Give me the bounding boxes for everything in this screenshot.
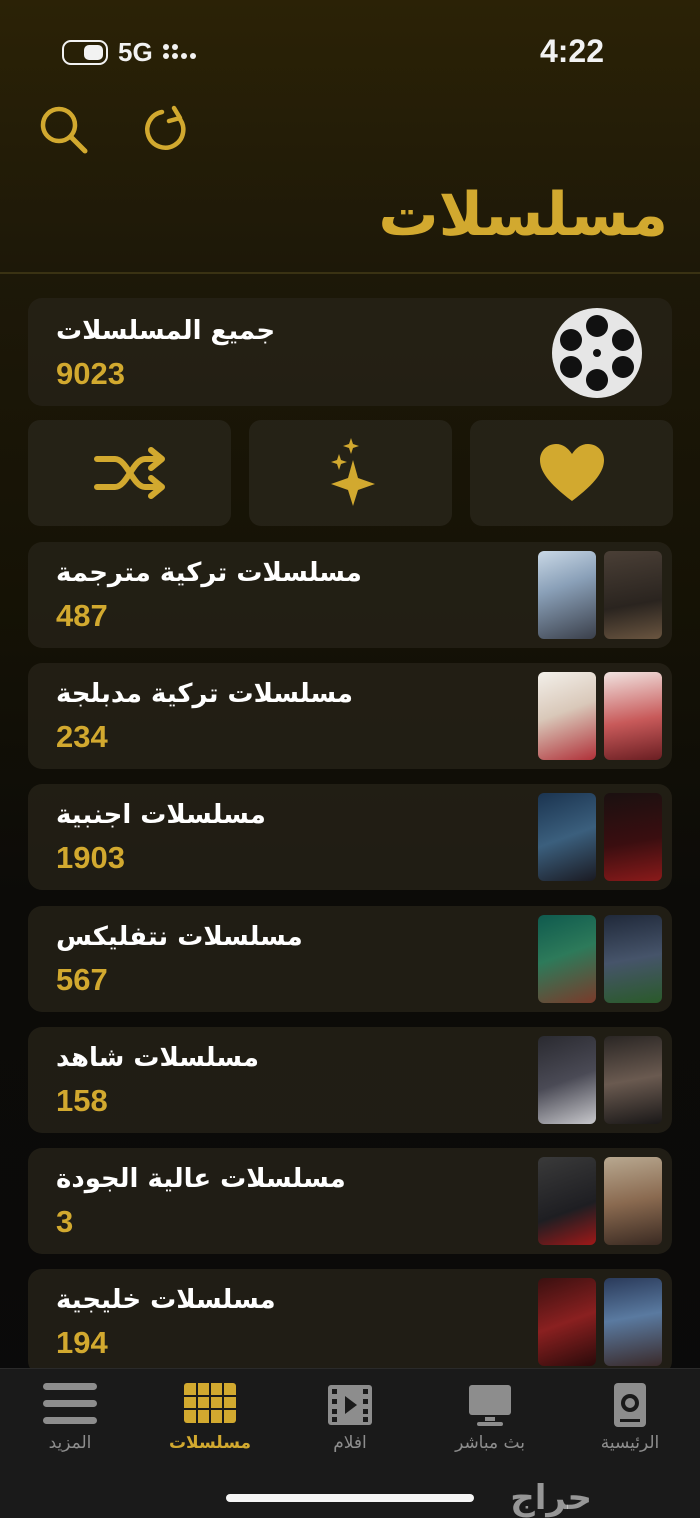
live-tv-icon: [469, 1385, 511, 1426]
watermark-logo: حراج: [510, 1478, 592, 1518]
poster-thumbnail: [604, 672, 662, 760]
category-card-shahid[interactable]: مسلسلات شاهد 158: [28, 1027, 672, 1133]
tab-movies[interactable]: افلام: [280, 1369, 420, 1469]
shuffle-icon: [93, 447, 165, 499]
category-card-turkish-dubbed[interactable]: مسلسلات تركية مدبلجة 234: [28, 663, 672, 769]
poster-thumbnail: [538, 793, 596, 881]
film-icon: [328, 1385, 372, 1425]
sparkles-icon: [330, 438, 375, 506]
favorites-button[interactable]: [470, 420, 673, 526]
poster-thumbnail: [604, 1157, 662, 1245]
refresh-icon[interactable]: [138, 100, 194, 156]
status-bar: 5G 4:22: [0, 0, 700, 100]
poster-thumbnail: [538, 1157, 596, 1245]
category-count: 567: [56, 962, 108, 997]
tab-label: الرئيسية: [600, 1433, 660, 1453]
signal-icon: [163, 42, 203, 64]
poster-thumbnail: [604, 1036, 662, 1124]
tab-more[interactable]: المزيد: [0, 1369, 140, 1469]
search-icon[interactable]: [36, 100, 92, 156]
poster-thumbnail: [604, 793, 662, 881]
page-title: مسلسلات: [378, 180, 668, 250]
category-card-turkish-subtitled[interactable]: مسلسلات تركية مترجمة 487: [28, 542, 672, 648]
category-count: 194: [56, 1325, 108, 1360]
category-label: مسلسلات تركية مترجمة: [56, 558, 362, 588]
category-label: مسلسلات خليجية: [56, 1285, 276, 1315]
poster-thumbnail: [538, 551, 596, 639]
header-divider: [0, 272, 700, 274]
series-grid-icon: [184, 1383, 236, 1423]
category-label: مسلسلات شاهد: [56, 1043, 259, 1073]
category-count: 1903: [56, 840, 125, 875]
category-card-gulf[interactable]: مسلسلات خليجية 194: [28, 1269, 672, 1375]
category-label: مسلسلات عالية الجودة: [56, 1164, 346, 1194]
all-series-card[interactable]: جميع المسلسلات 9023: [28, 298, 672, 406]
all-series-label: جميع المسلسلات: [56, 316, 276, 346]
poster-thumbnail: [604, 551, 662, 639]
poster-thumbnail: [538, 1278, 596, 1366]
featured-button[interactable]: [249, 420, 452, 526]
tab-live[interactable]: بث مباشر: [420, 1369, 560, 1469]
tab-home[interactable]: الرئيسية: [560, 1369, 700, 1469]
home-icon: [614, 1383, 646, 1427]
category-count: 3: [56, 1204, 74, 1239]
category-card-high-quality[interactable]: مسلسلات عالية الجودة 3: [28, 1148, 672, 1254]
poster-thumbnail: [538, 915, 596, 1003]
category-card-foreign[interactable]: مسلسلات اجنبية 1903: [28, 784, 672, 890]
tab-label: مسلسلات: [168, 1433, 252, 1453]
category-label: مسلسلات اجنبية: [56, 800, 266, 830]
poster-thumbnail: [538, 1036, 596, 1124]
all-series-count: 9023: [56, 356, 125, 391]
shuffle-button[interactable]: [28, 420, 231, 526]
category-card-netflix[interactable]: مسلسلات نتفليكس 567: [28, 906, 672, 1012]
tab-series[interactable]: مسلسلات: [140, 1369, 280, 1469]
home-indicator[interactable]: [226, 1494, 474, 1502]
heart-icon: [539, 444, 604, 501]
film-reel-icon: [552, 308, 642, 398]
poster-thumbnail: [604, 915, 662, 1003]
category-count: 158: [56, 1083, 108, 1118]
battery-icon: [62, 40, 108, 65]
tab-label: افلام: [333, 1433, 367, 1453]
category-label: مسلسلات نتفليكس: [56, 922, 303, 952]
status-time: 4:22: [539, 33, 604, 69]
category-count: 487: [56, 598, 108, 633]
tab-label: المزيد: [48, 1433, 92, 1453]
tab-label: بث مباشر: [455, 1433, 525, 1453]
poster-thumbnail: [604, 1278, 662, 1366]
menu-icon: [43, 1383, 97, 1424]
category-label: مسلسلات تركية مدبلجة: [56, 679, 354, 709]
category-count: 234: [56, 719, 108, 754]
network-label: 5G: [118, 37, 153, 67]
poster-thumbnail: [538, 672, 596, 760]
